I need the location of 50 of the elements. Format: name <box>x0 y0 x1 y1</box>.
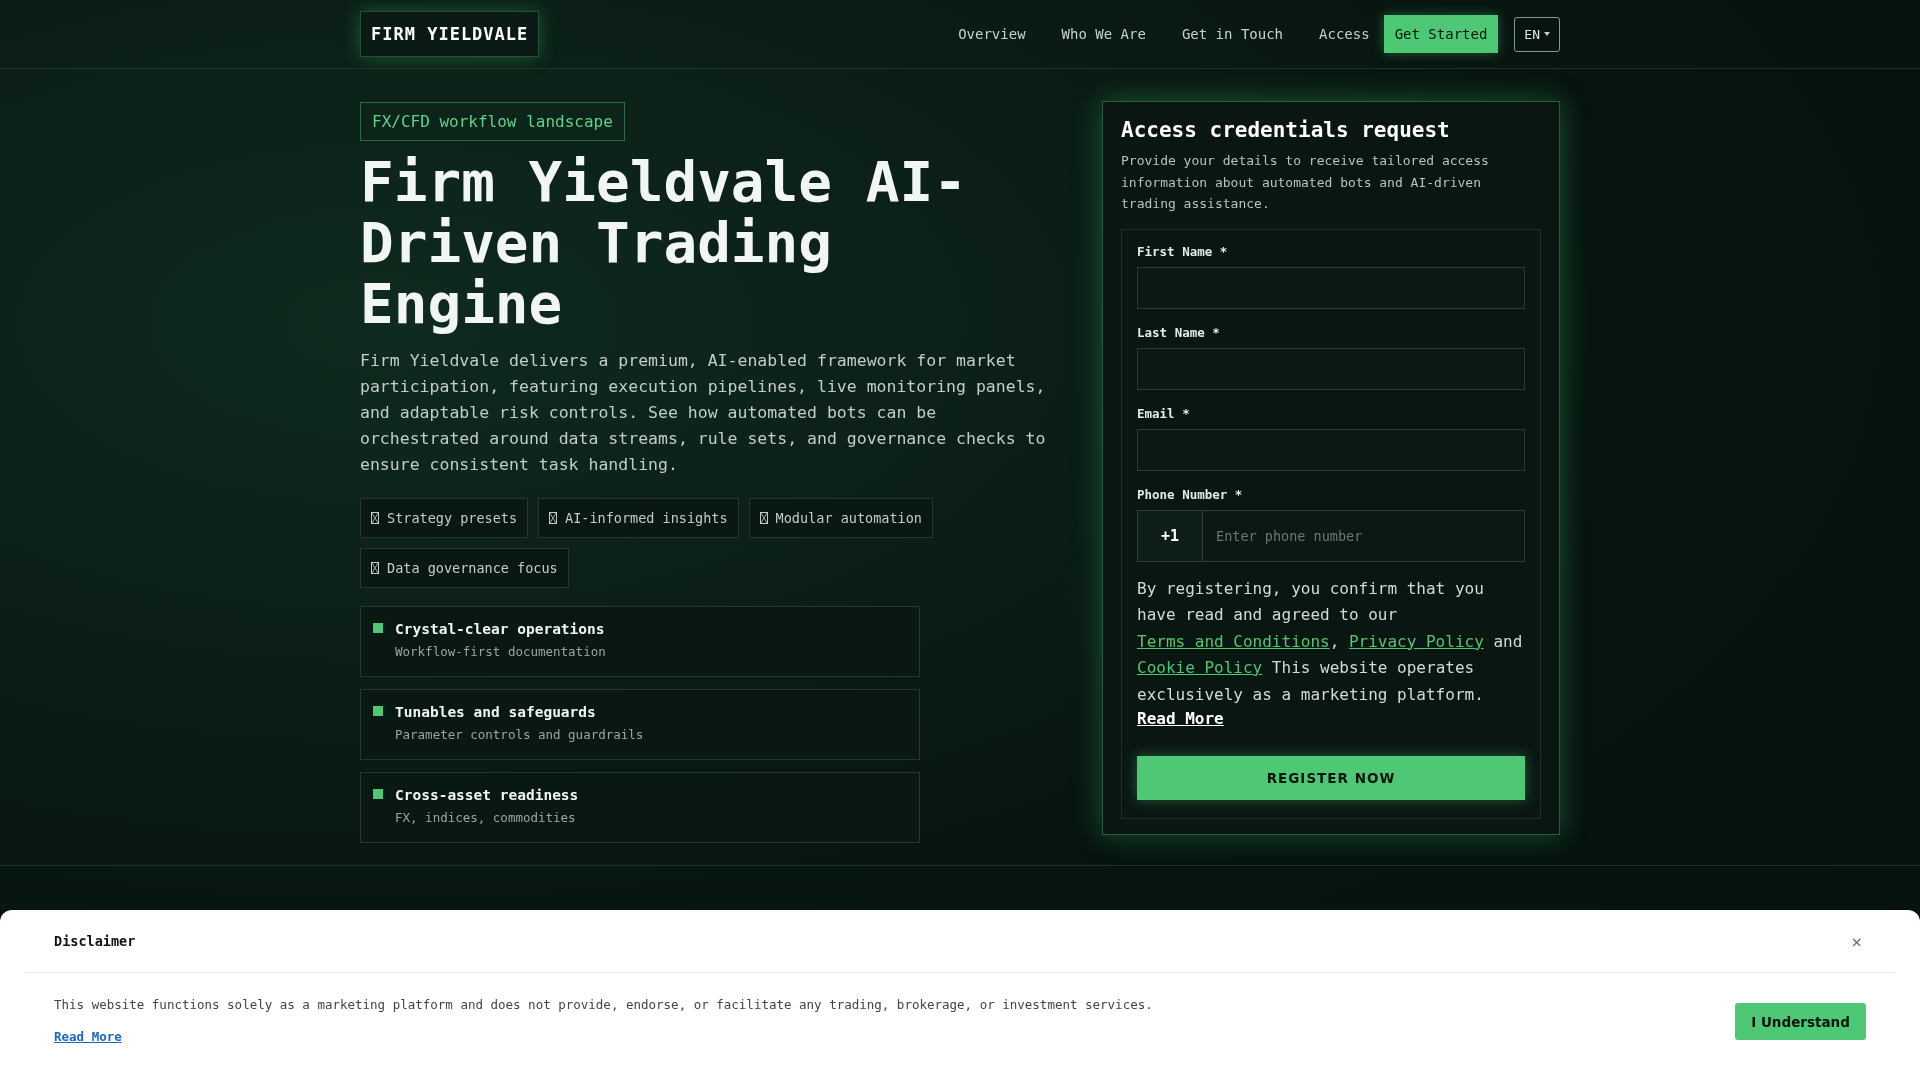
feature-subtitle: Workflow-first documentation <box>395 644 606 659</box>
hero-title: Firm Yieldvale AI-Driven Trading Engine <box>360 151 968 334</box>
feature-title: Cross-asset readiness <box>395 787 579 803</box>
missing-glyph-icon <box>549 512 558 524</box>
language-selector[interactable]: EN <box>1514 16 1560 52</box>
get-started-button[interactable]: Get Started <box>1383 15 1499 53</box>
missing-glyph-icon <box>371 512 379 524</box>
input-field[interactable] <box>1137 428 1525 471</box>
read-more-link[interactable]: Read More <box>1137 709 1224 728</box>
input-field[interactable] <box>1137 266 1525 309</box>
square-icon <box>373 706 383 716</box>
square-icon <box>373 623 383 633</box>
policy-link[interactable]: Privacy Policy <box>1348 631 1484 651</box>
field-label: Phone Number * <box>1137 486 1244 502</box>
feature-chip: Strategy presets <box>360 498 529 538</box>
feature-subtitle: Parameter controls and guardrails <box>395 727 644 742</box>
input-field[interactable] <box>1137 347 1525 390</box>
nav-link[interactable]: Overview <box>958 26 1026 42</box>
disclaimer-title: Disclaimer <box>54 933 136 949</box>
nav-link[interactable]: Who We Are <box>1061 26 1146 42</box>
field-label: First Name * <box>1137 243 1229 259</box>
feature-chip: AI-informed insights <box>538 498 739 538</box>
nav-link[interactable]: Access <box>1319 26 1370 42</box>
feature-subtitle: FX, indices, commodities <box>395 810 577 825</box>
nav-link[interactable]: Get in Touch <box>1181 26 1284 42</box>
missing-glyph-icon <box>371 562 379 574</box>
disclaimer-text: This website functions solely as a marketing platform and does not provide, endorse, or facilitate any trading, brokerage, or investment services. <box>54 997 1153 1012</box>
policy-link[interactable]: Terms and Conditions <box>1137 631 1330 651</box>
missing-glyph-icon <box>759 512 768 524</box>
country-code[interactable]: +1 <box>1138 510 1203 561</box>
square-icon <box>373 789 383 799</box>
close-button[interactable]: × <box>1847 930 1866 952</box>
understand-button[interactable]: I Understand <box>1735 1003 1866 1040</box>
form-description: Provide your details to receive tailored access information about automated bots and AI-driven trading assistance. <box>1121 152 1490 213</box>
feature-chip: Modular automation <box>748 498 933 538</box>
read-more-link[interactable]: Read More <box>54 1029 122 1044</box>
feature-title: Crystal-clear operations <box>395 621 606 637</box>
consent-text: By registering, you confirm that you have read and agreed to our Terms and Conditions, Privacy Policy and Cookie Policy This website operates exclusively as a marketing platform. <box>1137 577 1524 706</box>
field-label: Last Name * <box>1137 324 1221 340</box>
register-button[interactable]: REGISTER NOW <box>1137 756 1525 800</box>
policy-link[interactable]: Cookie Policy <box>1137 658 1263 677</box>
tag-label: FX/CFD workflow landscape <box>360 102 625 141</box>
hero-description: Firm Yieldvale delivers a premium, AI-enabled framework for market participation, featuring execution pipelines, live monitoring panels, and adaptable risk controls. See how automated bots can be orchestrated around data streams, rule sets, and governance checks to ensure consistent task handling. <box>360 350 1047 476</box>
brand-logo[interactable]: FIRM YIELDVALE <box>360 11 540 57</box>
form-title: Access credentials request <box>1121 118 1451 142</box>
feature-chip: Data governance focus <box>360 548 569 588</box>
caret-icon <box>1544 32 1550 36</box>
phone-field[interactable]: +1 Enter phone number <box>1137 509 1525 562</box>
field-label: Email * <box>1137 405 1191 421</box>
feature-title: Tunables and safeguards <box>395 704 597 720</box>
